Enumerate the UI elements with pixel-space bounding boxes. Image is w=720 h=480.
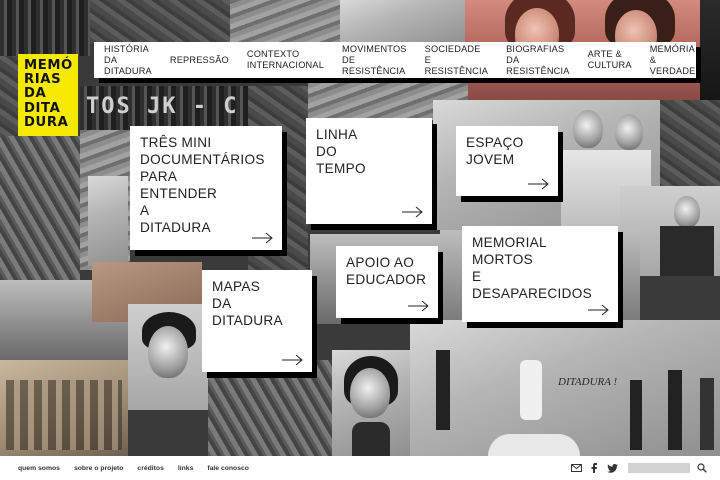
footer-bar: quem somos sobre o projeto créditos link…	[0, 456, 720, 480]
mail-icon[interactable]	[570, 462, 582, 474]
nav-item-historia[interactable]: HISTÓRIA DA DITADURA	[100, 44, 156, 77]
sign-text: TOS JK - C	[86, 94, 239, 119]
search-icon[interactable]	[696, 462, 708, 474]
footer-actions	[564, 462, 708, 474]
logo-line: DURA	[24, 114, 69, 130]
tile-label: LINHA DO TEMPO	[316, 127, 366, 176]
arrow-right-icon	[528, 178, 549, 190]
archive-photo-group	[0, 360, 128, 456]
logo-line: MEMÓ	[24, 58, 73, 73]
facebook-icon[interactable]	[588, 462, 600, 474]
archive-photo-building	[88, 176, 128, 266]
tile-linha-do-tempo[interactable]: LINHA DO TEMPO	[306, 118, 432, 224]
tile-label: TRÊS MINI DOCUMENTÁRIOS PARA ENTENDER A …	[140, 135, 265, 235]
arrow-right-icon	[252, 232, 273, 244]
archive-photo-portrait-woman	[332, 350, 410, 456]
arrow-right-icon	[282, 354, 303, 366]
footer-link-quem-somos[interactable]: quem somos	[18, 465, 60, 472]
nav-item-sociedade[interactable]: SOCIEDADE E RESISTÊNCIA	[421, 44, 492, 77]
archive-photo	[488, 434, 580, 456]
tile-label: ESPAÇO JOVEM	[466, 135, 524, 167]
nav-item-arte-cultura[interactable]: ARTE & CULTURA	[584, 49, 636, 71]
archive-photo	[0, 0, 90, 56]
nav-divider	[492, 48, 502, 72]
logo-line: RIAS	[24, 72, 62, 88]
logo-line: DA	[24, 86, 47, 102]
nav-divider	[233, 48, 243, 72]
nav-item-memoria-verdade[interactable]: MEMÓRIA & VERDADE	[646, 44, 700, 77]
arrow-right-icon	[588, 304, 609, 316]
archive-photo-crowd	[208, 360, 332, 456]
arrow-right-icon	[408, 300, 429, 312]
nav-divider	[156, 48, 166, 72]
nav-item-biografias[interactable]: BIOGRAFIAS DA RESISTÊNCIA	[502, 44, 573, 77]
tile-memorial-mortos-desaparecidos[interactable]: MEMORIAL MORTOS E DESAPARECIDOS	[462, 226, 618, 322]
tile-apoio-ao-educador[interactable]: APOIO AO EDUCADOR	[336, 246, 438, 318]
nav-item-contexto[interactable]: CONTEXTO INTERNACIONAL	[243, 49, 328, 71]
logo-line: DITA	[24, 100, 61, 116]
twitter-icon[interactable]	[606, 462, 618, 474]
footer-link-sobre-o-projeto[interactable]: sobre o projeto	[74, 465, 123, 472]
archive-photo	[660, 100, 720, 190]
archive-photo-protest-signs	[340, 0, 470, 44]
tile-mapas-da-ditadura[interactable]: MAPAS DA DITADURA	[202, 270, 312, 372]
nav-divider	[635, 48, 646, 72]
archive-photo-portrait-man	[128, 304, 208, 410]
nav-divider	[328, 48, 338, 72]
archive-photo	[90, 0, 230, 44]
nav-divider	[573, 48, 584, 72]
search-input[interactable]	[628, 463, 690, 473]
arrow-right-icon	[402, 206, 423, 218]
tile-label: MEMORIAL MORTOS E DESAPARECIDOS	[472, 235, 592, 301]
nav-divider	[410, 48, 421, 72]
nav-item-movimentos[interactable]: MOVIMENTOS DE RESISTÊNCIA	[338, 44, 411, 77]
archive-photo	[700, 0, 720, 100]
main-navigation: HISTÓRIA DA DITADURA REPRESSÃO CONTEXTO …	[94, 42, 696, 78]
footer-link-fale-conosco[interactable]: fale conosco	[207, 465, 249, 472]
archive-photo-crowd	[230, 0, 340, 44]
tile-espaco-jovem[interactable]: ESPAÇO JOVEM	[456, 126, 558, 196]
site-logo[interactable]: MEMÓ RIAS DA DITA DURA	[18, 54, 78, 136]
archive-photo-sign: TOS JK - C	[80, 86, 250, 130]
tile-tres-mini-documentarios[interactable]: TRÊS MINI DOCUMENTÁRIOS PARA ENTENDER A …	[130, 126, 282, 250]
tile-label: APOIO AO EDUCADOR	[346, 255, 427, 287]
footer-link-creditos[interactable]: créditos	[137, 465, 163, 472]
nav-item-repressao[interactable]: REPRESSÃO	[166, 55, 233, 66]
archive-photo-street	[0, 136, 80, 296]
graffiti-text: DITADURA !	[558, 376, 618, 388]
footer-link-links[interactable]: links	[178, 465, 194, 472]
tile-label: MAPAS DA DITADURA	[212, 279, 283, 328]
